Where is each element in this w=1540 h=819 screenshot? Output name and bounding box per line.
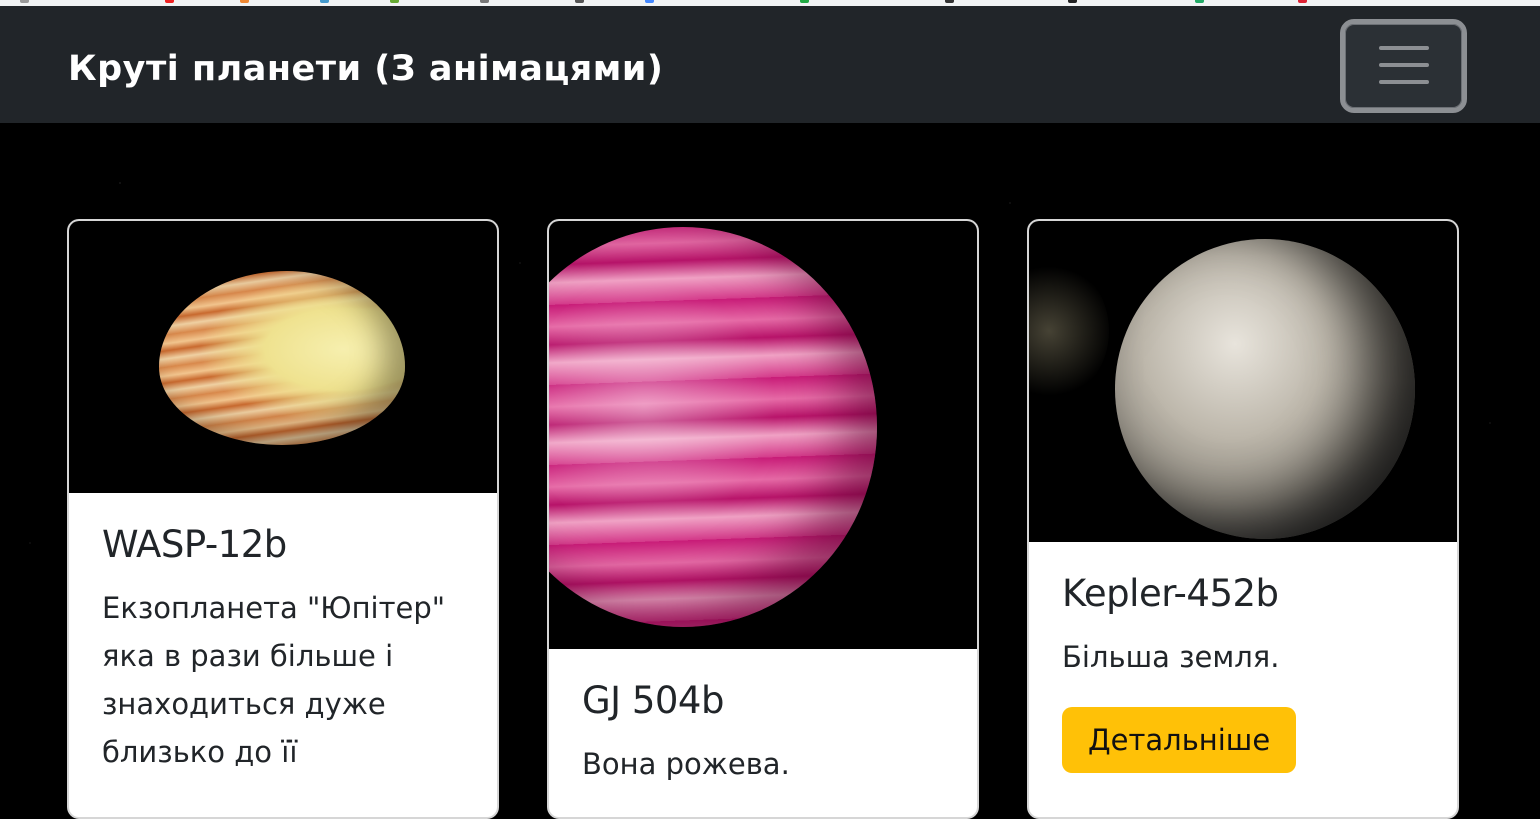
planet-image-gj-504b bbox=[549, 221, 977, 649]
details-button[interactable]: Детальніше bbox=[1062, 707, 1297, 773]
card-text: Більша земля. bbox=[1062, 640, 1280, 674]
card-body: WASP-12b Екзопланета "Юпітер" яка в рази… bbox=[69, 493, 497, 776]
navbar: Круті планети (З анімацями) bbox=[0, 6, 1540, 123]
bookmark[interactable] bbox=[390, 0, 403, 4]
bookmark[interactable] bbox=[1298, 0, 1311, 4]
bookmark[interactable] bbox=[165, 0, 178, 4]
bookmark[interactable] bbox=[20, 0, 33, 4]
planet-card-kepler-452b: Kepler-452b Більша земля. Детальніше bbox=[1027, 219, 1459, 819]
bookmark[interactable] bbox=[800, 0, 813, 4]
bookmark[interactable] bbox=[240, 0, 253, 4]
bookmark[interactable] bbox=[945, 0, 958, 4]
bookmark[interactable] bbox=[575, 0, 588, 4]
bookmark[interactable] bbox=[1068, 0, 1081, 4]
planet-card-wasp-12b: WASP-12b Екзопланета "Юпітер" яка в рази… bbox=[67, 219, 499, 819]
hamburger-menu-icon-bar bbox=[1379, 80, 1429, 84]
navbar-brand[interactable]: Круті планети (З анімацями) bbox=[68, 49, 663, 89]
navbar-toggler-button[interactable] bbox=[1340, 19, 1467, 113]
card-text: Екзопланета "Юпітер" яка в рази більше і… bbox=[102, 591, 446, 769]
planet-graphic bbox=[159, 271, 405, 445]
card-title: Kepler-452b bbox=[1062, 572, 1279, 615]
bookmark[interactable] bbox=[320, 0, 333, 4]
planet-graphic bbox=[1115, 239, 1415, 539]
card-body: Kepler-452b Більша земля. Детальніше bbox=[1029, 542, 1457, 773]
bookmark[interactable] bbox=[1195, 0, 1208, 4]
star-glow bbox=[1029, 261, 1109, 401]
card-title: WASP-12b bbox=[102, 523, 287, 566]
bookmark[interactable] bbox=[645, 0, 658, 4]
card-body: GJ 504b Вона рожева. bbox=[549, 649, 977, 788]
card-title: GJ 504b bbox=[582, 679, 724, 722]
planet-card-gj-504b: GJ 504b Вона рожева. bbox=[547, 219, 979, 819]
planet-image-wasp-12b bbox=[69, 221, 497, 493]
card-text: Вона рожева. bbox=[582, 747, 790, 781]
planet-graphic bbox=[549, 227, 877, 627]
bookmark[interactable] bbox=[480, 0, 493, 4]
hamburger-menu-icon bbox=[1379, 46, 1429, 50]
planet-image-kepler-452b bbox=[1029, 221, 1457, 542]
hamburger-menu-icon-bar bbox=[1379, 63, 1429, 67]
